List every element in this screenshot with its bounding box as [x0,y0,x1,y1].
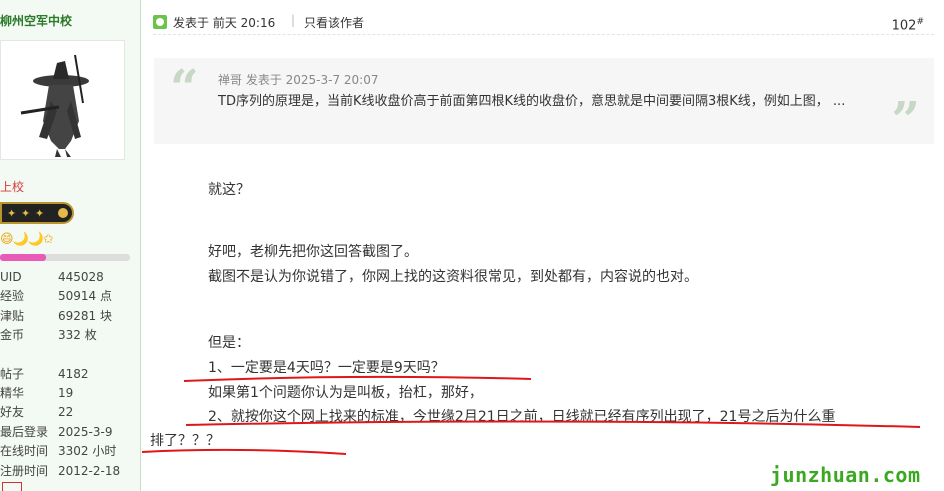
rank-title: 上校 [0,180,25,194]
stat-value[interactable]: 22 [58,403,73,422]
stat-label: 帖子 [0,366,25,381]
floor-mark: # [916,17,924,27]
stat-label: 注册时间 [0,463,49,478]
stat-label: 在线时间 [0,444,49,459]
post-content: 发表于 前天 20:16 | 只看该作者 102# “ 禅哥 发表于 2025-… [142,0,944,491]
avatar[interactable] [0,40,125,160]
stat-label: 津贴 [0,308,25,323]
stat-label: 最后登录 [0,424,49,439]
level-progress-fill [0,254,46,261]
author-sidebar: 柳州空军中校 上校 ✦ ✦ ✦ 😄🌙🌙✩ UID 445028 经验 50914 点… [0,0,141,491]
stat-value[interactable]: 4182 [58,365,89,384]
stat-row: 经验 50914 点 [0,287,140,306]
stat-label: UID [0,270,22,284]
post-line: 就这？ [208,182,250,198]
stat-label: 经验 [0,289,25,304]
stat-row: 注册时间 2012-2-18 [0,462,140,481]
post-line: 排了？？？ [150,433,220,449]
close-quote-icon: ” [891,90,920,149]
stat-row: 最后登录 2025-3-9 [0,423,140,442]
rank-star-icon: ✦ [21,207,31,220]
online-status-icon [153,15,167,29]
post-header: 发表于 前天 20:16 | 只看该作者 102# [153,12,934,35]
quote-text: TD序列的原理是，当前K线收盘价高于前面第四根K线的收盘价，意思就是中间要间隔3… [218,94,846,109]
site-watermark: junzhuan.com [770,463,921,487]
post-line: 如果第1个问题你认为是叫板，抬杠，那好， [208,385,483,401]
stat-value: 332 枚 [58,328,97,343]
stat-row[interactable]: 精华 19 [0,384,140,403]
post-time: 发表于 前天 20:16 [173,16,276,30]
stat-label: 精华 [0,386,25,401]
view-author-only-link[interactable]: 只看该作者 [304,14,364,31]
stat-label: 好友 [0,405,25,420]
stat-value: 3302 小时 [58,444,117,459]
post-line: 截图不是认为你说错了，你网上找的这资料很常见，到处都有，内容说的也对。 [208,269,698,285]
stat-value[interactable]: 19 [58,384,73,403]
stat-row[interactable]: 帖子 4182 [0,365,140,384]
post-line: 1、一定要是4天吗？一定要是9天吗？ [208,360,445,376]
stat-value: 69281 块 [58,308,112,323]
stat-row[interactable]: 好友 22 [0,403,140,422]
quote-author: 禅哥 发表于 2025-3-7 20:07 [218,73,379,87]
stat-gap [0,346,140,365]
author-username[interactable]: 柳州空军中校 [0,12,72,29]
author-stats: UID 445028 经验 50914 点 津贴 69281 块 金币 332 枚 帖子… [0,268,140,481]
rank-badge-icon: ✦ ✦ ✦ [0,202,74,224]
post-line: 好吧，老柳先把你这回答截图了。 [208,244,418,260]
stat-value: 2012-2-18 [58,463,121,478]
rank-star-icon: ✦ [7,207,17,220]
stat-row: 在线时间 3302 小时 [0,442,140,461]
stat-value: 2025-3-9 [58,424,113,439]
stat-value: 445028 [58,270,104,284]
stat-value: 50914 点 [58,289,112,304]
badge-icon [2,482,22,491]
stat-row: 金币 332 枚 [0,326,140,345]
rank-medal-icon [58,208,68,218]
post-line: 但是： [208,335,250,351]
floor-number[interactable]: 102# [892,17,924,33]
rank-star-icon: ✦ [35,207,45,220]
quote-block: “ 禅哥 发表于 2025-3-7 20:07 TD序列的原理是，当前K线收盘价… [154,58,934,149]
samurai-avatar-icon [20,54,89,157]
stat-label: 金币 [0,328,25,343]
medal-icons: 😄🌙🌙✩ [0,232,54,247]
stat-row: 津贴 69281 块 [0,307,140,326]
open-quote-icon: “ [170,58,199,117]
level-progress-bar [0,254,130,261]
post-line: 2、就按你这个网上找来的标准，今世缘2月21日之前，日线就已经有序列出现了，21… [208,409,836,425]
header-separator: | [291,13,296,27]
floor-number-value: 102 [891,18,917,34]
stat-row: UID 445028 [0,268,140,287]
